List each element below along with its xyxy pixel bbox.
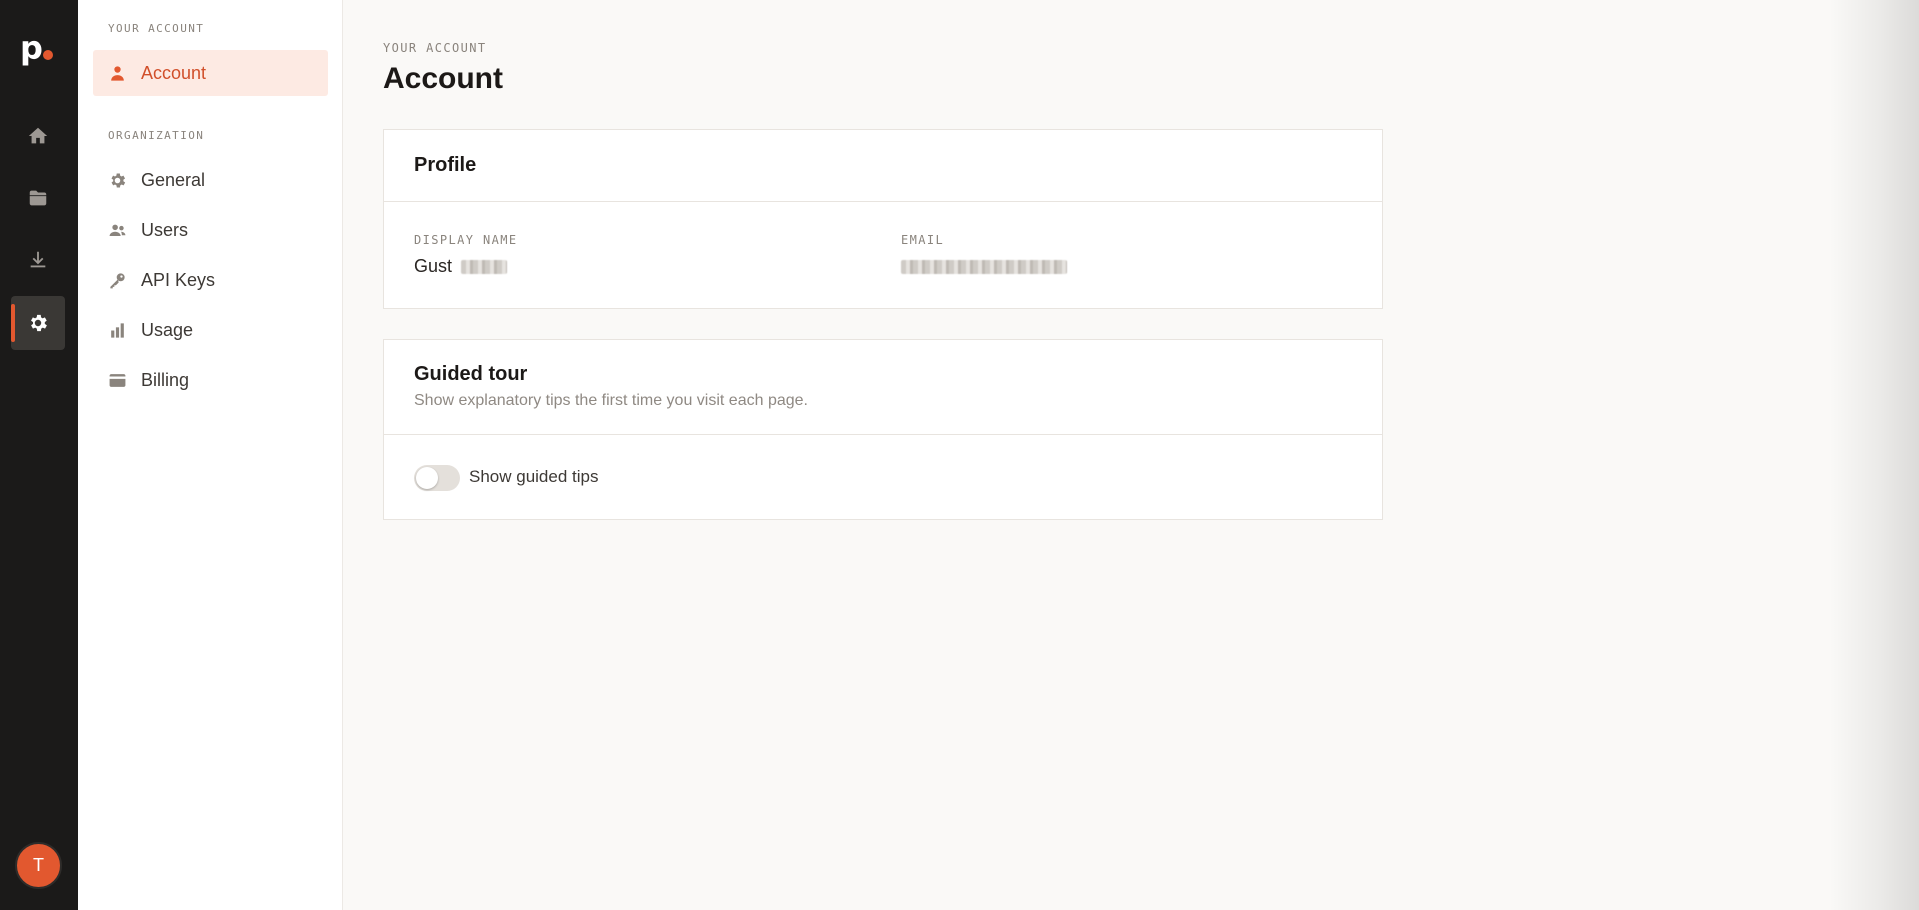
app-rail: p T bbox=[0, 0, 78, 910]
guided-tour-header: Guided tour Show explanatory tips the fi… bbox=[384, 340, 1382, 435]
profile-card: Profile DISPLAY NAME Gust EMAIL bbox=[383, 129, 1383, 309]
redacted-surname bbox=[461, 260, 508, 275]
sidebar-item-label: Usage bbox=[141, 319, 194, 340]
rail-settings-button[interactable] bbox=[11, 296, 65, 350]
guided-tour-card: Guided tour Show explanatory tips the fi… bbox=[383, 339, 1383, 520]
home-icon bbox=[28, 127, 48, 144]
person-icon bbox=[110, 65, 124, 81]
rail-active-indicator bbox=[11, 304, 15, 342]
profile-card-header: Profile bbox=[384, 130, 1382, 202]
guided-tour-subtitle: Show explanatory tips the first time you… bbox=[414, 392, 808, 409]
settings-sidebar: YOUR ACCOUNT Account ORGANIZATION Genera… bbox=[78, 0, 343, 910]
sidebar-item-label: API Keys bbox=[141, 269, 216, 290]
credit-card-icon bbox=[109, 373, 125, 387]
logo-dot bbox=[43, 50, 53, 60]
redacted-email bbox=[901, 260, 1067, 275]
users-icon bbox=[109, 224, 125, 236]
sidebar-item-api-keys[interactable]: API Keys bbox=[93, 257, 328, 303]
rail-folder-button[interactable] bbox=[11, 171, 65, 225]
rail-home-button[interactable] bbox=[11, 109, 65, 163]
page-eyebrow: YOUR ACCOUNT bbox=[383, 41, 487, 55]
display-name-label: DISPLAY NAME bbox=[414, 233, 518, 247]
rail-download-button[interactable] bbox=[11, 233, 65, 287]
gear-icon bbox=[110, 173, 125, 187]
sidebar-item-label: Account bbox=[141, 62, 207, 83]
gear-icon bbox=[31, 314, 47, 332]
key-icon bbox=[109, 272, 125, 288]
logo-letter: p bbox=[20, 29, 43, 67]
section-label-organization: ORGANIZATION bbox=[108, 129, 205, 142]
sidebar-item-label: Users bbox=[141, 219, 189, 240]
display-name-value: Gust bbox=[414, 256, 508, 277]
guided-tour-body: Show guided tips bbox=[384, 435, 1382, 519]
sidebar-item-account[interactable]: Account bbox=[93, 50, 328, 96]
bar-chart-icon bbox=[110, 322, 124, 338]
email-value bbox=[901, 256, 1067, 277]
guided-tips-toggle[interactable] bbox=[414, 465, 460, 491]
section-label-your-account: YOUR ACCOUNT bbox=[108, 22, 205, 35]
avatar[interactable]: T bbox=[15, 842, 62, 889]
page-title: Account bbox=[383, 62, 503, 95]
display-name-text: Gust bbox=[414, 256, 453, 276]
toggle-knob bbox=[416, 467, 438, 489]
folder-icon bbox=[29, 190, 47, 206]
drawer-edge-shadow bbox=[1829, 0, 1919, 910]
sidebar-item-billing[interactable]: Billing bbox=[93, 357, 328, 403]
guided-tour-title: Guided tour bbox=[414, 363, 528, 385]
email-label: EMAIL bbox=[901, 233, 945, 247]
guided-tips-label[interactable]: Show guided tips bbox=[469, 467, 598, 487]
sidebar-item-label: General bbox=[141, 169, 206, 190]
app-logo[interactable]: p bbox=[20, 32, 60, 70]
sidebar-item-usage[interactable]: Usage bbox=[93, 307, 328, 353]
sidebar-item-users[interactable]: Users bbox=[93, 207, 328, 253]
sidebar-item-label: Billing bbox=[141, 369, 190, 390]
profile-title: Profile bbox=[414, 154, 477, 176]
sidebar-item-general[interactable]: General bbox=[93, 157, 328, 203]
download-icon bbox=[30, 251, 46, 268]
